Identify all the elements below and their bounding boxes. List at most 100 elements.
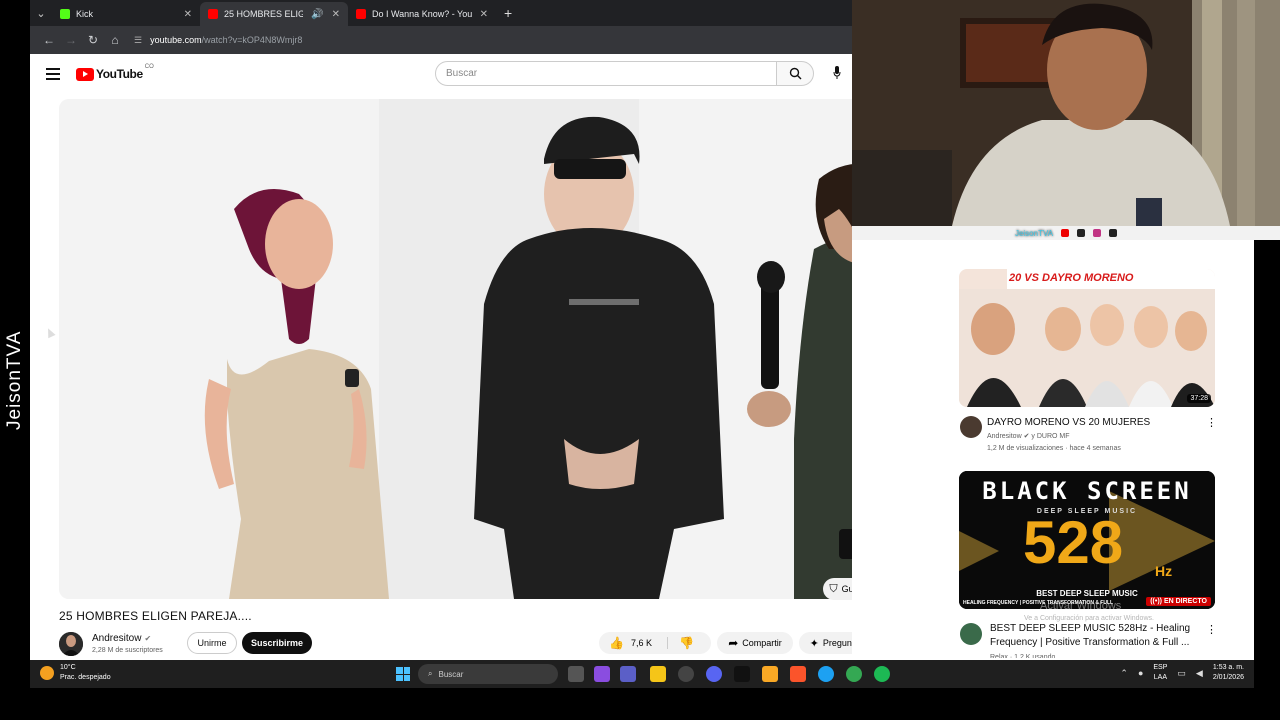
forward-arrow-icon[interactable]: →	[60, 33, 82, 47]
avatar-image	[59, 632, 83, 656]
system-tray: ⌃ ● ESP LAA ▭ ◀ 1:53 a. m. 2/01/2026	[1120, 663, 1244, 683]
bookmark-icon: ⛉	[829, 582, 838, 595]
streamer-handle: JeisonTVA	[1014, 228, 1054, 238]
edge-icon[interactable]	[818, 666, 834, 682]
temperature: 10°C	[60, 664, 76, 671]
weather-widget[interactable]: 10°C Prac. despejado	[40, 663, 111, 683]
video-title: 25 HOMBRES ELIGEN PAREJA....	[59, 609, 252, 623]
store-icon[interactable]	[762, 666, 778, 682]
kick-favicon-icon	[60, 9, 70, 19]
share-label: Compartir	[742, 638, 782, 648]
taskbar-search-label: Buscar	[438, 669, 464, 679]
sparkle-icon: ✦	[809, 637, 819, 650]
youtube-favicon-icon	[356, 9, 366, 19]
tab-active-video[interactable]: 25 HOMBRES ELIGEN PARE 🔊 ✕	[200, 2, 348, 26]
youtube-icon	[1061, 229, 1070, 237]
back-arrow-icon[interactable]: ←	[38, 33, 60, 47]
task-view-icon[interactable]	[568, 666, 584, 682]
like-thumb-icon[interactable]: 👍	[609, 636, 624, 650]
channel-name: Andresitow	[92, 633, 142, 644]
channel-avatar[interactable]	[59, 632, 83, 656]
microphone-icon[interactable]	[833, 66, 841, 80]
divider	[667, 637, 668, 649]
language-code: ESP	[1153, 664, 1168, 671]
address-bar-row: ← → ↻ ⌂ ☰ youtube.com/watch?v=kOP4N8Wmjr…	[30, 26, 852, 54]
x-icon	[1077, 229, 1086, 237]
language-indicator[interactable]: ESP LAA	[1153, 663, 1167, 683]
date: 2/01/2026	[1212, 674, 1244, 681]
tab-title: Do I Wanna Know? - YouTube	[372, 9, 472, 19]
search-icon	[789, 67, 801, 80]
tab-kick[interactable]: Kick ✕	[52, 2, 200, 26]
subscriber-count: 2,28 M de suscriptores	[92, 647, 163, 654]
country-code: CO	[144, 64, 154, 70]
microphone-tray-icon[interactable]: ●	[1138, 668, 1143, 678]
discord-icon[interactable]	[706, 666, 722, 682]
share-button[interactable]: ➦ Compartir	[717, 632, 793, 654]
keyboard-layout: LAA	[1153, 674, 1168, 681]
browser-tab-bar: ⌄ Kick ✕ 25 HOMBRES ELIGEN PARE 🔊 ✕ Do I…	[30, 0, 852, 26]
hamburger-menu-icon[interactable]	[46, 68, 60, 80]
close-tab-icon[interactable]: ✕	[480, 9, 488, 20]
youtube-page: YouTube CO Buscar 25 HOMBRES ELIGEN PARE…	[30, 54, 948, 660]
join-button[interactable]: Unirme	[187, 632, 237, 654]
webcam-feed	[852, 0, 1280, 226]
home-icon[interactable]: ⌂	[104, 33, 126, 47]
webcam-overlay	[852, 0, 1280, 226]
youtube-logo[interactable]: YouTube CO	[76, 64, 154, 81]
search-icon: ⌕	[428, 669, 433, 678]
windows-start-icon[interactable]	[396, 667, 410, 681]
close-tab-icon[interactable]: ✕	[332, 9, 340, 20]
file-explorer-icon[interactable]	[650, 666, 666, 682]
like-dislike-group: 👍 7,6 K 👎	[599, 632, 711, 654]
taskbar-search-box[interactable]: ⌕ Buscar	[418, 664, 558, 684]
clock[interactable]: 1:53 a. m. 2/01/2026	[1213, 663, 1244, 683]
stream-watermark: JeisonTVA	[4, 330, 25, 430]
youtube-wordmark: YouTube	[96, 67, 143, 81]
new-tab-plus-icon[interactable]: +	[504, 5, 512, 21]
search-button[interactable]	[776, 61, 814, 86]
tab-do-i-wanna-know[interactable]: Do I Wanna Know? - YouTube ✕	[348, 2, 496, 26]
tab-title: 25 HOMBRES ELIGEN PARE	[224, 9, 304, 19]
weather-sun-icon	[40, 666, 54, 680]
dislike-thumb-icon[interactable]: 👎	[679, 636, 694, 650]
weather-condition: Prac. despejado	[60, 674, 111, 681]
channel-name-row[interactable]: Andresitow ✔	[92, 633, 151, 644]
time: 1:53 a. m.	[1212, 664, 1244, 671]
volume-icon[interactable]: ◀	[1196, 668, 1203, 679]
chrome-icon[interactable]	[846, 666, 862, 682]
youtube-play-icon	[76, 67, 94, 81]
video-player[interactable]	[59, 99, 948, 599]
webcam-social-strip: JeisonTVA	[852, 226, 1280, 240]
video-owner-row: Andresitow ✔ 2,28 M de suscriptores Unirm…	[59, 630, 873, 660]
url-host: youtube.com	[150, 35, 202, 45]
recommendations-panel	[852, 240, 1254, 660]
spotify-icon[interactable]	[874, 666, 890, 682]
tab-search-chevron-icon[interactable]: ⌄	[30, 2, 52, 24]
youtube-favicon-icon	[208, 9, 218, 19]
speaker-icon[interactable]: 🔊	[311, 9, 323, 20]
obs-icon[interactable]	[678, 666, 694, 682]
url-field[interactable]: ☰ youtube.com/watch?v=kOP4N8Wmjr8	[134, 30, 302, 50]
chevron-up-icon[interactable]: ⌃	[1120, 668, 1128, 679]
teams-icon[interactable]	[620, 666, 636, 682]
brave-icon[interactable]	[790, 666, 806, 682]
subscribe-button[interactable]: Suscribirme	[242, 632, 312, 654]
copilot-icon[interactable]	[594, 666, 610, 682]
network-icon[interactable]: ▭	[1177, 668, 1186, 679]
search-input[interactable]: Buscar	[435, 61, 777, 86]
like-count[interactable]: 7,6 K	[631, 638, 652, 648]
url-path: /watch?v=kOP4N8Wmjr8	[201, 35, 303, 45]
tiktok-icon	[1109, 229, 1118, 237]
video-frame	[59, 99, 948, 599]
tab-title: Kick	[76, 9, 94, 19]
share-arrow-icon: ➦	[728, 636, 739, 650]
windows-taskbar: 10°C Prac. despejado ⌕ Buscar ⌃ ● ESP LAA…	[30, 660, 1254, 688]
screen: { "browser": { "tabs": [ {"title": "Kick…	[0, 0, 1280, 720]
close-tab-icon[interactable]: ✕	[184, 9, 192, 20]
verified-badge-icon: ✔	[144, 634, 152, 643]
tiktok-app-icon[interactable]	[734, 666, 750, 682]
instagram-icon	[1093, 229, 1102, 237]
reload-icon[interactable]: ↻	[82, 33, 104, 47]
site-info-icon[interactable]: ☰	[134, 35, 142, 46]
